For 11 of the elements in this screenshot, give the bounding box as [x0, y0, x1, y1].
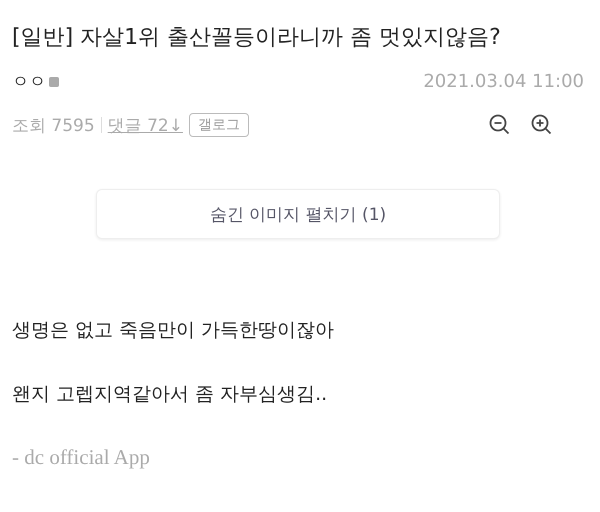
show-hidden-images-button[interactable]: 숨긴 이미지 펼치기 (1) [96, 189, 500, 239]
post-text: 생명은 없고 죽음만이 가득한땅이잖아 [12, 318, 336, 343]
user-badge-icon [49, 76, 59, 86]
author-name[interactable]: ㅇㅇ [12, 70, 46, 93]
zoom-in-icon[interactable] [530, 113, 554, 137]
view-count: 조회 7595 [12, 114, 95, 136]
zoom-out-icon[interactable] [488, 113, 512, 137]
post-date: 2021.03.04 11:00 [423, 71, 584, 92]
post-title: [일반] 자살1위 출산꼴등이라니까 좀 멋있지않음? [12, 24, 502, 52]
signature-text: - dc official App [12, 445, 151, 470]
post-text: 왠지 고렙지역같아서 좀 자부심생김.. [12, 382, 328, 407]
